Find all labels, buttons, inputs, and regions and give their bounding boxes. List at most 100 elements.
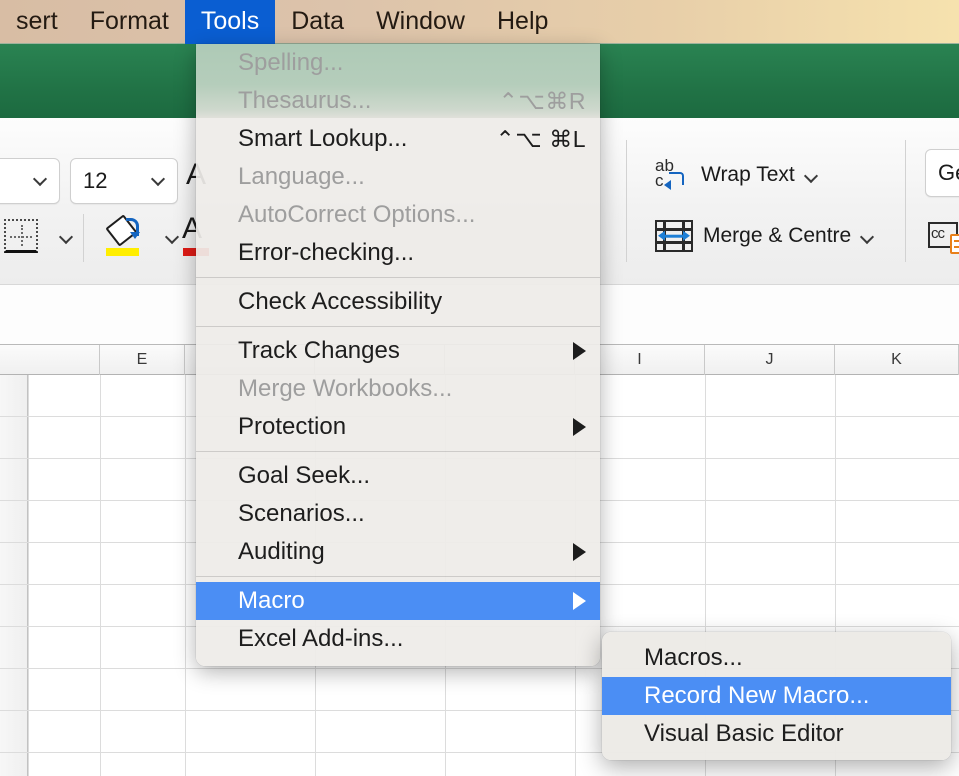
menu-item-scenarios[interactable]: Scenarios...: [196, 495, 600, 533]
menu-item-shortcut: ⌃⌥⌘R: [498, 87, 586, 114]
menu-item-label: Merge Workbooks...: [238, 375, 453, 402]
menu-item-error-checking[interactable]: Error-checking...: [196, 234, 600, 272]
menu-item-label: Scenarios...: [238, 500, 365, 527]
number-format-combo[interactable]: Ge: [925, 149, 959, 197]
menu-separator: [196, 277, 600, 278]
menu-item-auditing[interactable]: Auditing: [196, 533, 600, 571]
menubar-item-label: Data: [291, 7, 345, 35]
menubar-item-data[interactable]: Data: [275, 0, 360, 44]
menu-item-goal-seek[interactable]: Goal Seek...: [196, 457, 600, 495]
accounting-format-button[interactable]: cc: [928, 220, 959, 254]
fill-color-icon: [104, 214, 144, 256]
wrap-text-button[interactable]: ab c Wrap Text: [655, 157, 818, 192]
menu-item-merge-workbooks: Merge Workbooks...: [196, 370, 600, 408]
menubar-item-window[interactable]: Window: [360, 0, 481, 44]
submenu-item-label: Visual Basic Editor: [644, 720, 844, 747]
chevron-down-icon[interactable]: [805, 169, 818, 182]
menu-item-label: Auditing: [238, 538, 325, 565]
grid-column-line: [185, 375, 186, 776]
menu-item-label: Macro: [238, 587, 305, 614]
submenu-arrow-icon: [573, 342, 586, 360]
tools-dropdown-menu: Spelling... Thesaurus... ⌃⌥⌘R Smart Lookup.…: [196, 44, 600, 666]
font-size-value: 12: [83, 168, 108, 193]
menubar-item-tools[interactable]: Tools: [184, 0, 276, 44]
menu-separator: [196, 326, 600, 327]
menu-item-label: AutoCorrect Options...: [238, 201, 476, 228]
column-header-label: E: [136, 351, 148, 368]
wrap-text-label: Wrap Text: [701, 163, 795, 186]
submenu-arrow-icon: [573, 592, 586, 610]
menu-item-label: Error-checking...: [238, 239, 415, 266]
borders-icon: [4, 219, 38, 253]
excel-window: EIJK 12 A ab c Wrap Text Merge & Centre …: [0, 0, 959, 776]
menu-separator: [196, 576, 600, 577]
grid-column-line: [28, 375, 29, 776]
menu-item-label: Smart Lookup...: [238, 125, 408, 152]
menu-item-label: Language...: [238, 163, 365, 190]
menu-item-spelling: Spelling...: [196, 44, 600, 82]
menu-item-language: Language...: [196, 158, 600, 196]
menu-item-shortcut: ⌃⌥ ⌘L: [495, 125, 586, 152]
menubar-item-label: Window: [376, 7, 465, 35]
menubar-item-help[interactable]: Help: [481, 0, 564, 44]
menu-item-macro[interactable]: Macro: [196, 582, 600, 620]
menu-item-excel-add-ins[interactable]: Excel Add-ins...: [196, 620, 600, 658]
menubar-item-format[interactable]: Format: [74, 0, 185, 44]
borders-button[interactable]: [4, 219, 73, 253]
chevron-down-icon[interactable]: [60, 230, 73, 243]
row-header-column: [0, 345, 28, 776]
menubar-item-label: Help: [496, 7, 549, 35]
submenu-item-visual-basic-editor[interactable]: Visual Basic Editor: [602, 715, 951, 753]
column-header-K[interactable]: K: [835, 345, 959, 375]
menu-item-smart-lookup[interactable]: Smart Lookup... ⌃⌥ ⌘L: [196, 120, 600, 158]
column-header-J[interactable]: J: [705, 345, 835, 375]
merge-centre-icon: [655, 220, 693, 252]
submenu-item-label: Record New Macro...: [644, 682, 870, 709]
number-format-value: Ge: [938, 160, 959, 185]
font-name-combo[interactable]: [0, 158, 60, 204]
menubar-item-insert[interactable]: sert: [0, 0, 74, 44]
submenu-item-record-new-macro[interactable]: Record New Macro...: [602, 677, 951, 715]
accounting-format-icon: cc: [928, 220, 959, 254]
menu-item-thesaurus: Thesaurus... ⌃⌥⌘R: [196, 82, 600, 120]
menu-item-autocorrect-options: AutoCorrect Options...: [196, 196, 600, 234]
chevron-down-icon: [34, 172, 47, 190]
menu-item-label: Spelling...: [238, 49, 344, 76]
menubar: sert Format Tools Data Window Help: [0, 0, 959, 44]
menu-item-label: Goal Seek...: [238, 462, 371, 489]
column-header[interactable]: [28, 345, 100, 375]
menu-item-protection[interactable]: Protection: [196, 408, 600, 446]
submenu-arrow-icon: [573, 418, 586, 436]
menu-item-check-accessibility[interactable]: Check Accessibility: [196, 283, 600, 321]
menubar-item-label: Tools: [200, 7, 260, 35]
menu-separator: [196, 451, 600, 452]
macro-submenu: Macros... Record New Macro... Visual Basic…: [602, 632, 951, 760]
ribbon-divider: [83, 214, 84, 262]
font-size-combo[interactable]: 12: [70, 158, 178, 204]
menu-item-label: Track Changes: [238, 337, 400, 364]
column-header-label: K: [891, 351, 902, 368]
ribbon-divider: [905, 140, 906, 262]
column-header-label: I: [637, 351, 642, 368]
grid-column-line: [100, 375, 101, 776]
wrap-text-icon: ab c: [655, 157, 691, 192]
ribbon-divider: [626, 140, 627, 262]
menu-item-label: Thesaurus...: [238, 87, 372, 114]
column-header-E[interactable]: E: [100, 345, 185, 375]
merge-centre-button[interactable]: Merge & Centre: [655, 220, 874, 252]
menubar-item-label: sert: [16, 7, 58, 35]
chevron-down-icon[interactable]: [166, 230, 179, 243]
merge-centre-label: Merge & Centre: [703, 224, 852, 247]
menubar-item-label: Format: [89, 7, 169, 35]
chevron-down-icon[interactable]: [861, 230, 874, 243]
submenu-item-macros[interactable]: Macros...: [602, 639, 951, 677]
menu-item-label: Check Accessibility: [238, 288, 443, 315]
fill-color-button[interactable]: [104, 214, 179, 256]
menu-item-label: Excel Add-ins...: [238, 625, 404, 652]
menu-item-track-changes[interactable]: Track Changes: [196, 332, 600, 370]
column-header-label: J: [765, 351, 774, 368]
submenu-arrow-icon: [573, 543, 586, 561]
chevron-down-icon: [152, 172, 165, 190]
submenu-item-label: Macros...: [644, 644, 743, 671]
menu-item-label: Protection: [238, 413, 347, 440]
